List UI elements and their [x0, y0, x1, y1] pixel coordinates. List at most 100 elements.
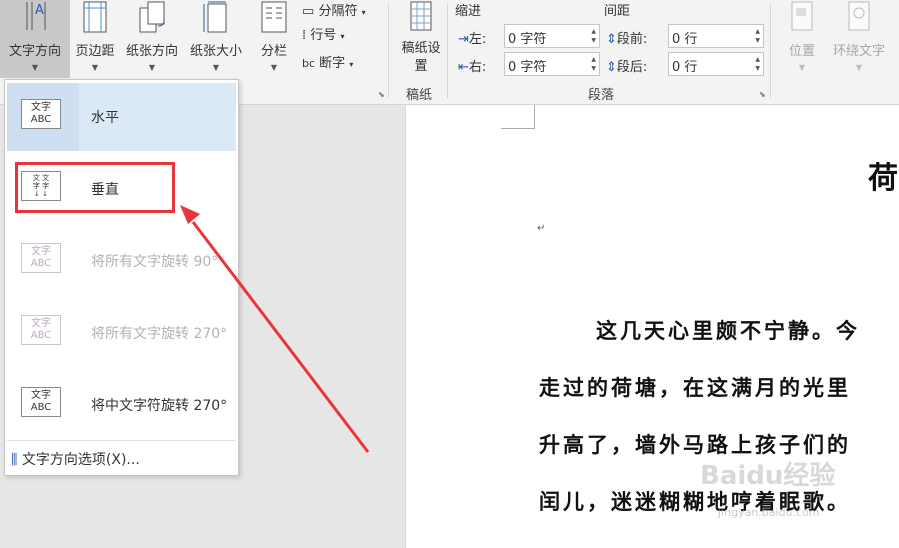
paragraph-mark-icon: ↵	[537, 223, 546, 234]
columns-icon	[261, 1, 287, 33]
spin-up-icon[interactable]: ▲	[591, 56, 596, 63]
wrap-text-button[interactable]: 环绕文字 ▼	[826, 0, 892, 78]
indent-left-label: ⇥左:	[458, 28, 486, 47]
page-setup-launcher-icon[interactable]: ⬊	[378, 90, 385, 99]
menu-item-label: 将所有文字旋转 270°	[91, 326, 228, 342]
space-before-field[interactable]: 0 行 ▲ ▼	[668, 24, 764, 48]
spin-down-icon[interactable]: ▼	[591, 37, 596, 44]
space-before-value: 0 行	[672, 32, 698, 47]
position-button[interactable]: 位置 ▼	[780, 0, 824, 78]
paragraph-group-label: 段落	[588, 88, 615, 103]
space-after-label: ⇕段后:	[606, 56, 647, 75]
indent-right-field[interactable]: 0 字符 ▲ ▼	[504, 52, 600, 76]
watermark-logo: Baidu经验	[700, 461, 836, 491]
columns-label: 分栏	[260, 44, 287, 59]
indent-header: 缩进	[455, 4, 482, 19]
line-numbers-icon: ⁞	[302, 28, 307, 43]
spin-up-icon[interactable]: ▲	[755, 56, 760, 63]
divider	[770, 4, 771, 98]
manuscript-group-label: 稿纸	[406, 88, 433, 103]
line-numbers-button[interactable]: ⁞ 行号 ▾	[302, 24, 344, 43]
columns-button[interactable]: 分栏 ▼	[250, 0, 298, 78]
orientation-icon	[139, 1, 165, 33]
indent-right-label: ⇤右:	[458, 56, 486, 75]
menu-item-rotate-chinese-270[interactable]: 文字 ABC 将中文字符旋转 270°	[7, 371, 236, 439]
text-direction-options-label: 文字方向选项(X)...	[21, 452, 140, 468]
chevron-down-icon: ▼	[212, 63, 220, 72]
indent-left-value: 0 字符	[508, 32, 547, 47]
spin-up-icon[interactable]: ▲	[755, 28, 760, 35]
space-before-icon: ⇕	[606, 32, 617, 47]
text-direction-options[interactable]: ⫼ 文字方向选项(X)...	[11, 449, 140, 469]
wrap-text-label: 环绕文字	[832, 44, 885, 59]
margin-corner-marker	[501, 105, 535, 129]
margins-button[interactable]: 页边距 ▼	[70, 0, 120, 78]
margins-label: 页边距	[75, 44, 115, 59]
indent-right-text: 右:	[468, 60, 487, 75]
document-title: 荷	[868, 161, 898, 196]
paragraph-launcher-icon[interactable]: ⬊	[759, 90, 766, 99]
manuscript-button[interactable]: 稿纸设置	[396, 0, 446, 78]
text-direction-button[interactable]: A 文字方向 ▼	[0, 0, 70, 78]
menu-item-label: 将中文字符旋转 270°	[91, 398, 228, 414]
space-after-value: 0 行	[672, 60, 698, 75]
chevron-down-icon: ▼	[91, 63, 99, 72]
text-direction-menu: 文字 ABC 水平 文 文字 字 ↓ ↓ 垂直 文字 ABC 将所有文字旋转 90° …	[4, 79, 239, 476]
hyphenation-icon: bc	[302, 57, 316, 70]
document-line: 这几天心里颇不宁静。今	[596, 318, 860, 343]
line-numbers-label: 行号	[310, 28, 337, 43]
space-after-icon: ⇕	[606, 60, 617, 75]
position-label: 位置	[788, 44, 815, 59]
space-before-text: 段前:	[616, 32, 648, 47]
chevron-down-icon: ▼	[31, 63, 39, 72]
chevron-down-icon: ▼	[148, 63, 156, 72]
indent-left-icon: ⇥	[458, 32, 469, 47]
spin-down-icon[interactable]: ▼	[591, 65, 596, 72]
menu-item-rotate-270[interactable]: 文字 ABC 将所有文字旋转 270°	[7, 299, 236, 367]
breaks-button[interactable]: ▭ 分隔符 ▾	[302, 0, 366, 19]
indent-right-icon: ⇤	[458, 60, 469, 75]
spin-down-icon[interactable]: ▼	[755, 65, 760, 72]
menu-item-horizontal[interactable]: 文字 ABC 水平	[7, 83, 236, 151]
hyphenation-button[interactable]: bc 断字 ▾	[302, 52, 353, 71]
space-before-label: ⇕段前:	[606, 28, 647, 47]
orientation-label: 纸张方向	[125, 44, 178, 59]
indent-left-text: 左:	[468, 32, 487, 47]
text-direction-label: 文字方向	[8, 44, 61, 59]
position-icon	[791, 1, 813, 31]
svg-text:A: A	[35, 3, 44, 18]
menu-divider	[7, 440, 236, 441]
menu-item-label: 将所有文字旋转 90°	[91, 254, 219, 270]
divider	[388, 4, 389, 98]
hyphenation-label: 断字	[319, 56, 346, 71]
chevron-down-icon: ▼	[270, 63, 278, 72]
breaks-label: 分隔符	[318, 4, 358, 19]
indent-right-value: 0 字符	[508, 60, 547, 75]
size-label: 纸张大小	[189, 44, 242, 59]
spin-down-icon[interactable]: ▼	[755, 37, 760, 44]
orientation-button[interactable]: 纸张方向 ▼	[120, 0, 184, 78]
chevron-down-icon: ▼	[798, 63, 806, 72]
document-line: 走过的荷塘，在这满月的光里	[539, 375, 851, 400]
spin-up-icon[interactable]: ▲	[591, 28, 596, 35]
manuscript-icon	[410, 1, 432, 31]
annotation-highlight-box	[15, 162, 175, 213]
rotate-chinese-icon: 文字 ABC	[21, 387, 61, 417]
menu-item-rotate-90[interactable]: 文字 ABC 将所有文字旋转 90°	[7, 227, 236, 295]
page-size-icon	[203, 1, 227, 33]
size-button[interactable]: 纸张大小 ▼	[184, 0, 248, 78]
margins-icon	[83, 1, 107, 33]
rotate-270-icon: 文字 ABC	[21, 315, 61, 345]
indent-left-field[interactable]: 0 字符 ▲ ▼	[504, 24, 600, 48]
horizontal-text-icon: 文字 ABC	[21, 99, 61, 129]
menu-item-label: 水平	[91, 110, 119, 126]
divider	[447, 4, 448, 98]
spacing-header: 间距	[604, 4, 631, 19]
manuscript-label: 稿纸设置	[401, 41, 441, 74]
text-direction-icon: A	[26, 2, 46, 30]
space-after-text: 段后:	[616, 60, 648, 75]
chevron-down-icon: ▼	[855, 63, 863, 72]
watermark-url: jingyan.baidu.com	[718, 506, 820, 519]
rotate-90-icon: 文字 ABC	[21, 243, 61, 273]
space-after-field[interactable]: 0 行 ▲ ▼	[668, 52, 764, 76]
